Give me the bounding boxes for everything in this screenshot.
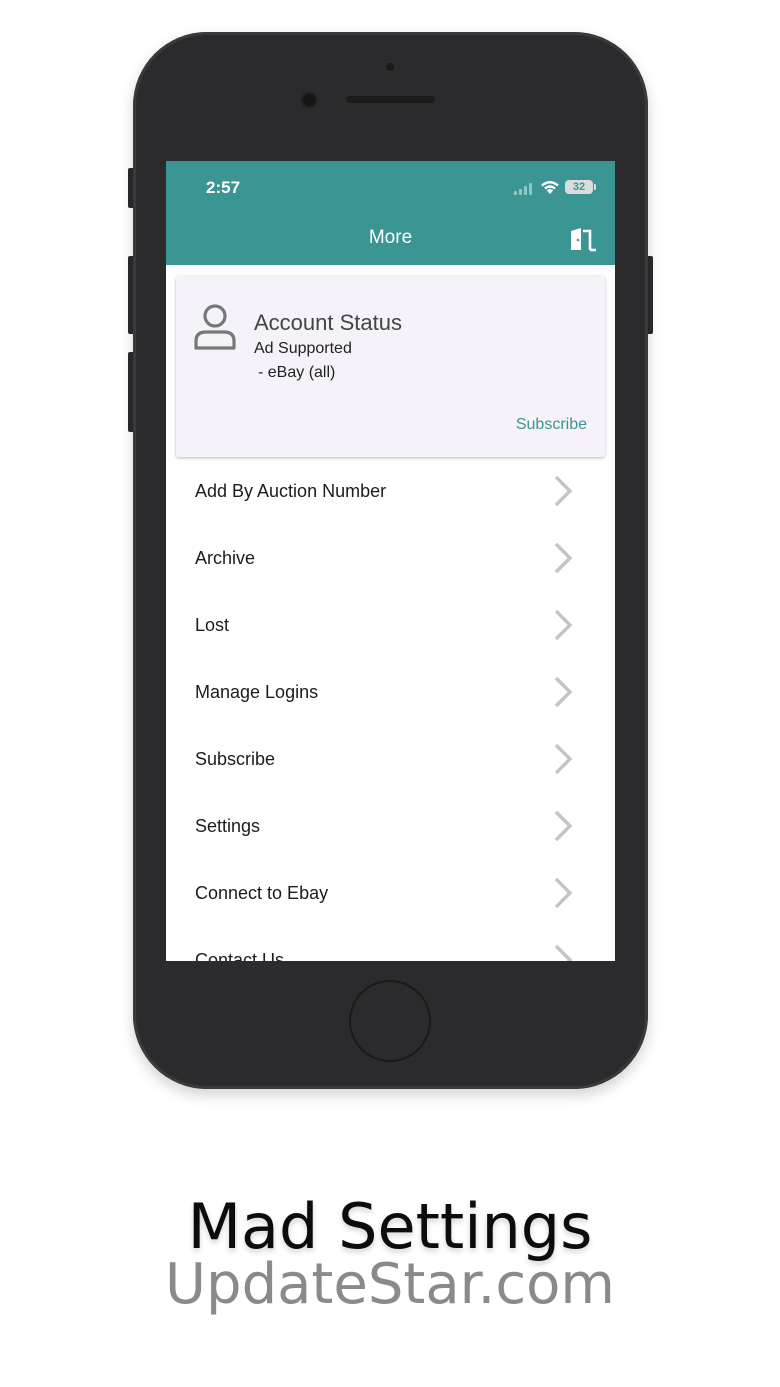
menu-item-contact-us[interactable]: Contact Us <box>166 926 615 961</box>
chevron-right-icon <box>554 877 573 909</box>
front-camera <box>303 94 315 106</box>
chevron-right-icon <box>554 475 573 507</box>
chevron-right-icon <box>554 743 573 775</box>
more-menu: Add By Auction Number Archive Lost Manag… <box>166 457 615 961</box>
status-time: 2:57 <box>206 178 241 197</box>
menu-item-archive[interactable]: Archive <box>166 524 615 591</box>
device-sensor <box>386 63 394 71</box>
chevron-right-icon <box>554 609 573 641</box>
menu-item-subscribe[interactable]: Subscribe <box>166 725 615 792</box>
menu-item-label: Lost <box>195 615 230 635</box>
chevron-right-icon <box>554 944 573 961</box>
menu-item-manage-logins[interactable]: Manage Logins <box>166 658 615 725</box>
menu-item-add-by-auction-number[interactable]: Add By Auction Number <box>166 457 615 524</box>
page-title: More <box>368 227 413 248</box>
earpiece-speaker <box>346 96 435 103</box>
top-bar: 2:57 32 More <box>166 161 615 265</box>
account-status-value: Ad Supported <box>254 340 352 357</box>
cellular-signal-icon <box>514 183 536 195</box>
menu-item-settings[interactable]: Settings <box>166 792 615 859</box>
caption-brand: UpdateStar.com <box>165 1252 615 1317</box>
menu-item-label: Settings <box>195 816 261 836</box>
menu-item-label: Connect to Ebay <box>195 883 329 903</box>
chevron-right-icon <box>554 676 573 708</box>
menu-item-label: Subscribe <box>195 749 276 769</box>
chevron-right-icon <box>554 542 573 574</box>
logout-door-icon[interactable] <box>568 226 598 252</box>
menu-item-label: Archive <box>195 548 256 568</box>
account-plan: - eBay (all) <box>258 364 336 381</box>
chevron-right-icon <box>554 810 573 842</box>
home-button[interactable] <box>349 980 431 1062</box>
card-subscribe-button[interactable]: Subscribe <box>516 416 587 434</box>
wifi-icon <box>541 181 559 194</box>
app-screen: 2:57 32 More Account Status Ad Supported <box>166 161 615 961</box>
battery-icon: 32 <box>565 180 596 194</box>
menu-item-label: Contact Us <box>195 950 285 961</box>
person-icon <box>194 304 236 350</box>
menu-item-label: Add By Auction Number <box>195 481 387 501</box>
account-status-card: Account Status Ad Supported - eBay (all)… <box>176 276 605 457</box>
account-status-title: Account Status <box>254 310 402 335</box>
menu-item-label: Manage Logins <box>195 682 319 702</box>
menu-item-lost[interactable]: Lost <box>166 591 615 658</box>
menu-item-connect-to-ebay[interactable]: Connect to Ebay <box>166 859 615 926</box>
